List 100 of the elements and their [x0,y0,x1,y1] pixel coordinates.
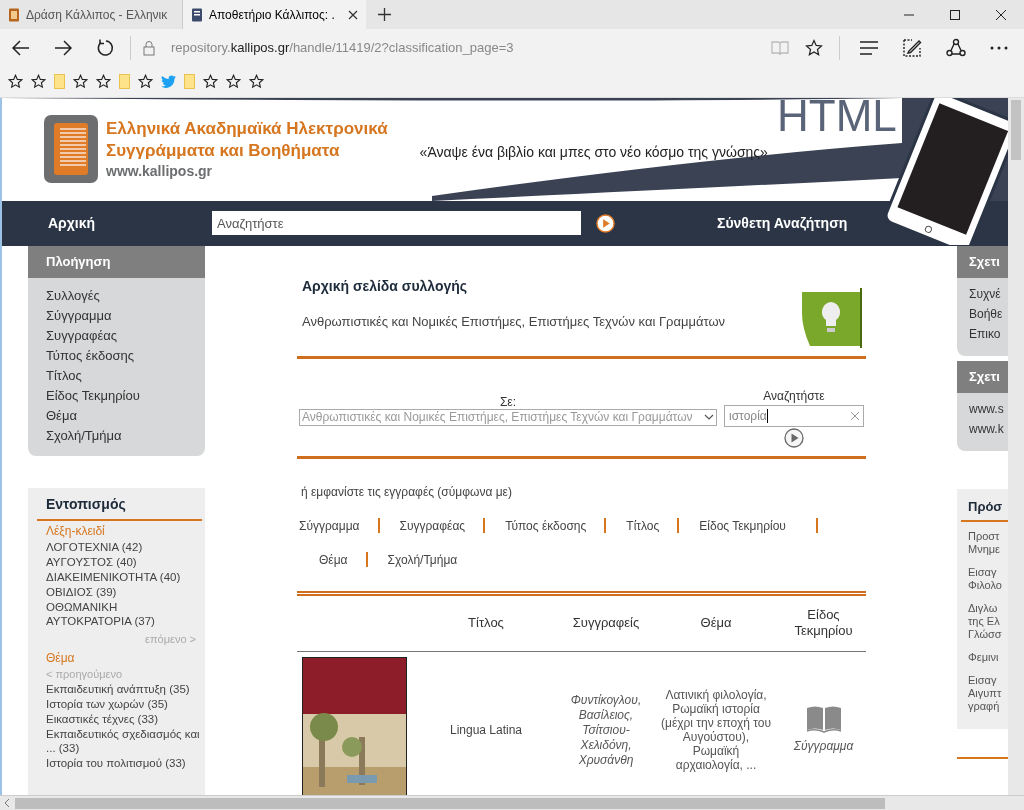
related-link[interactable]: Συχνέ [969,283,1008,304]
facet-entry[interactable]: ΔΙΑΚΕΙΜΕΝΙΚΟΤΗΤΑ (40) [46,569,202,584]
recent-item-link[interactable]: Διγλω της Ελ Γλώσσ [968,602,1008,642]
bird-icon[interactable] [161,75,176,89]
recent-item-link[interactable]: Εισαγ Αιγυπτ γραφή [968,674,1008,714]
facet-entry[interactable]: ΟΘΩΜΑΝΙΚΗ ΑΥΤΟΚΡΑΤΟΡΙΑ (37) [46,599,202,628]
book-logo-icon [44,115,98,184]
facet-entry[interactable]: Ιστορία των χωρών (35) [46,696,202,711]
related-link[interactable]: www.k [969,418,1008,439]
clear-icon[interactable] [851,411,859,420]
star-icon[interactable] [96,74,111,90]
panel-heading: Εντοπισμός [37,493,202,521]
close-icon[interactable] [348,9,358,20]
column-header: Θέμα [699,615,733,632]
vertical-scrollbar[interactable] [1008,97,1024,796]
lightbulb-flag-icon [800,287,862,348]
facet-entry[interactable]: ΛΟΓΟΤΕΧΝΙΑ (42) [46,539,202,554]
browse-link[interactable]: Τίτλος [46,365,187,386]
scroll-left-icon[interactable] [3,798,11,809]
play-button-icon[interactable] [596,213,615,233]
browse-by-link[interactable]: Είδος Τεκμηρίου [697,516,786,535]
star-icon[interactable] [249,74,264,90]
facet-entry[interactable]: ΑΥΓΟΥΣΤΟΣ (40) [46,554,202,569]
browse-link[interactable]: Τύπος έκδοσης [46,345,187,366]
browse-link[interactable]: Θέμα [46,405,187,426]
collection-name: Ανθρωπιστικές και Νομικές Επιστήμες, Επιστήμες Τεχνών και Γραμμάτων [302,312,727,331]
star-icon[interactable] [31,74,46,90]
recent-item-link[interactable]: Προστ Μνημε [968,530,1008,557]
new-tab-icon[interactable] [378,8,391,22]
title-cell-text: Lingua Latina [448,722,524,740]
refresh-icon[interactable] [96,39,114,57]
page-heading: Αρχική σελίδα συλλογής [302,276,469,296]
site-url: www.kallipos.gr [106,162,214,181]
column-header: Είδος Τεκμηρίου [793,607,854,640]
column-header: Συγγραφείς [571,615,641,632]
star-icon[interactable] [138,74,153,90]
star-icon[interactable] [203,74,218,90]
tab-title: Αποθετήριο Κάλλιπος: . [209,6,336,24]
facet-entry[interactable]: Εκπαιδευτικός σχεδιασμός και ... (33) [46,726,202,755]
search-field[interactable]: Αναζητήστε [212,211,581,236]
star-icon[interactable] [73,74,88,90]
advanced-search-link[interactable]: Σύνθετη Αναζήτηση [717,212,848,234]
browse-by-link[interactable]: Σύγγραμμα [297,516,360,535]
browser-tab[interactable]: Αποθετήριο Κάλλιπος: . [183,0,366,30]
home-link[interactable]: Αρχική [48,212,212,234]
horizontal-scrollbar[interactable] [0,795,1024,810]
browse-by-link[interactable]: Συγγραφέας [397,516,466,535]
page-icon [191,7,203,22]
more-icon[interactable] [990,46,1008,50]
play-button-icon[interactable] [784,427,804,448]
facet-heading: Λέξη-κλειδί [46,523,106,539]
slogan: «Άναψε ένα βιβλίο και μπες στο νέο κόσμο της γνώσης» [419,142,768,162]
facet-entry[interactable]: ΟΒΙΔΙΟΣ (39) [46,584,202,599]
back-arrow-icon[interactable] [12,40,30,56]
related-link[interactable]: Βοήθε [969,303,1008,324]
facet-entry[interactable]: Εκπαιδευτική ανάπτυξη (35) [46,681,202,696]
browse-link[interactable]: Σύγγραμμα [46,305,187,326]
browse-link[interactable]: Είδος Τεκμηρίου [46,385,187,406]
browse-by-link[interactable]: Τίτλος [624,516,660,535]
star-icon[interactable] [226,74,241,90]
background-watermark-text: HTML [777,97,897,138]
forward-arrow-icon[interactable] [54,40,72,56]
scrollbar-thumb[interactable] [15,797,885,809]
scope-label: Σε: [499,394,517,409]
scrollbar-thumb[interactable] [1011,99,1021,160]
panel-heading: Πλοήγηση [28,245,205,278]
authors-cell-text: Φυντίκογλου, Βασίλειος, Τσίτσιου-Χελιδόνη, Χρυσάνθη [569,692,643,768]
subject-cell-text: Λατινική φιλολογία, Ρωμαϊκή ιστορία (μέχρι την εποχή του Αυγούστου), Ρωμαϊκή αρχαιολογία, ... [659,688,773,773]
browse-link[interactable]: Σχολή/Τμήμα [46,425,187,446]
open-book-icon [805,705,842,734]
related-link[interactable]: Επικο [969,323,1008,344]
browse-by-link[interactable]: Τύπος έκδοσης [503,516,587,535]
column-header: Τίτλος [467,615,505,632]
browse-link[interactable]: Συγγραφέας [46,325,187,346]
hub-lines-icon[interactable] [860,41,878,55]
site-title: Συγγράμματα και Βοηθήματα [106,140,341,163]
tab-title: Δράση Κάλλιπος - Ελληνικ [26,6,169,24]
panel-heading: Σχετι [957,360,1008,393]
browse-link[interactable]: Συλλογές [46,285,187,306]
book-cover-image[interactable] [301,656,407,796]
facet-entry[interactable]: Εικαστικές τέχνες (33) [46,711,202,726]
chevron-down-icon [704,414,714,421]
page-icon [8,7,20,22]
type-cell-text: Σύγγραμμα [793,738,854,756]
recent-item-link[interactable]: Φεμινι [968,651,1008,665]
related-link[interactable]: www.s [969,398,1008,419]
query-label: Αναζητήστε [763,388,825,403]
browse-by-link[interactable]: Θέμα [317,550,348,569]
recent-item-link[interactable]: Εισαγ Φιλολο [968,566,1008,593]
browse-by-label: ή εμφανίστε τις εγγραφές (σύμφωνα με) [300,483,513,501]
facet-heading: Θέμα [46,650,76,666]
site-title: Ελληνικά Ακαδημαϊκά Ηλεκτρονικά [106,118,388,141]
browse-by-link[interactable]: Σχολή/Τμήμα [385,550,458,569]
share-icon[interactable] [946,38,966,58]
query-field[interactable]: ιστορία [724,404,864,427]
star-icon[interactable] [805,39,823,57]
facet-entry[interactable]: Ιστορία του πολιτισμού (33) [46,755,202,770]
panel-heading: Σχετι [957,245,1008,278]
pen-note-icon[interactable] [902,38,922,58]
star-icon[interactable] [8,74,23,90]
